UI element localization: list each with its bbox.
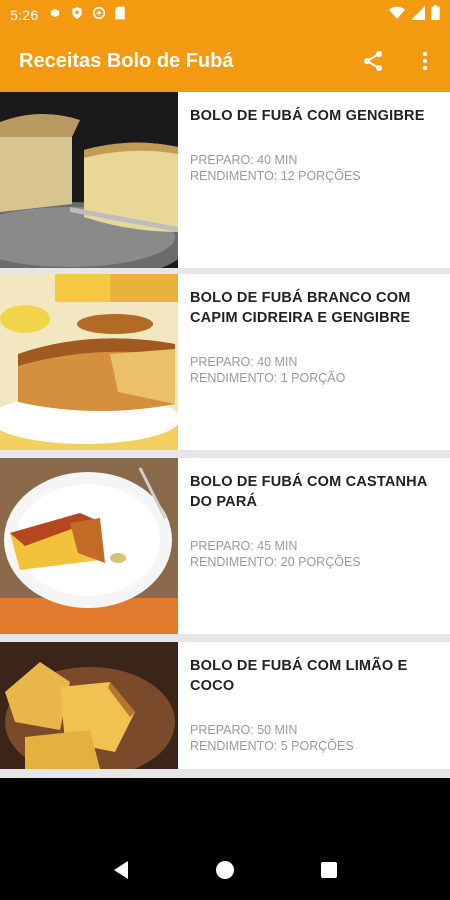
recipe-prep-time: PREPARO: 40 MIN bbox=[190, 355, 298, 369]
recipe-list[interactable]: BOLO DE FUBÁ COM GENGIBRE PREPARO: 40 MI… bbox=[0, 92, 450, 778]
recipe-card[interactable]: BOLO DE FUBÁ BRANCO COM CAPIM CIDREIRA E… bbox=[0, 274, 450, 450]
recipe-text: BOLO DE FUBÁ BRANCO COM CAPIM CIDREIRA E… bbox=[178, 274, 450, 450]
recipe-image bbox=[0, 274, 178, 450]
recipe-prep-time: PREPARO: 40 MIN bbox=[190, 153, 298, 167]
home-button[interactable] bbox=[215, 860, 235, 885]
recents-icon bbox=[320, 861, 337, 878]
recipe-image bbox=[0, 92, 178, 268]
recipe-meta: PREPARO: 45 MIN RENDIMENTO: 20 PORÇÕES bbox=[190, 538, 438, 570]
recipe-title: BOLO DE FUBÁ COM GENGIBRE bbox=[190, 108, 425, 124]
gear-icon bbox=[48, 6, 62, 25]
data-saver-icon bbox=[92, 6, 106, 25]
signal-icon bbox=[411, 5, 425, 25]
recipe-card[interactable]: BOLO DE FUBÁ COM LIMÃO E COCO PREPARO: 5… bbox=[0, 642, 450, 769]
recipe-prep-time: PREPARO: 50 MIN bbox=[190, 723, 298, 737]
recipe-meta: PREPARO: 40 MIN RENDIMENTO: 12 PORÇÕES bbox=[190, 152, 438, 184]
recipe-meta: PREPARO: 40 MIN RENDIMENTO: 1 PORÇÃO bbox=[190, 354, 438, 386]
recipe-card[interactable]: BOLO DE FUBÁ COM CASTANHA DO PARÁ PREPAR… bbox=[0, 458, 450, 634]
recipe-yield: RENDIMENTO: 12 PORÇÕES bbox=[190, 169, 361, 183]
recipe-title: BOLO DE FUBÁ COM LIMÃO E COCO bbox=[190, 658, 408, 694]
wifi-icon bbox=[389, 6, 405, 25]
recipe-yield: RENDIMENTO: 5 PORÇÕES bbox=[190, 739, 354, 753]
recipe-title: BOLO DE FUBÁ BRANCO COM CAPIM CIDREIRA E… bbox=[190, 290, 411, 326]
app-title: Receitas Bolo de Fubá bbox=[19, 49, 234, 72]
recipe-text: BOLO DE FUBÁ COM LIMÃO E COCO PREPARO: 5… bbox=[178, 642, 450, 769]
status-time: 5:26 bbox=[10, 7, 39, 23]
status-icons-left bbox=[48, 6, 126, 25]
share-icon bbox=[364, 51, 382, 71]
recipe-text: BOLO DE FUBÁ COM GENGIBRE PREPARO: 40 MI… bbox=[178, 92, 450, 268]
back-button[interactable] bbox=[112, 860, 130, 885]
back-icon bbox=[114, 860, 129, 879]
recipe-card[interactable]: BOLO DE FUBÁ COM GENGIBRE PREPARO: 40 MI… bbox=[0, 92, 450, 268]
nav-buttons bbox=[0, 860, 450, 884]
app-actions bbox=[360, 48, 438, 74]
app-bar: Receitas Bolo de Fubá bbox=[0, 30, 450, 92]
recipe-image bbox=[0, 642, 178, 769]
status-icons-right bbox=[389, 5, 440, 25]
recipe-prep-time: PREPARO: 45 MIN bbox=[190, 539, 298, 553]
recipe-yield: RENDIMENTO: 20 PORÇÕES bbox=[190, 555, 361, 569]
status-bar: 5:26 bbox=[0, 0, 450, 30]
recipe-title: BOLO DE FUBÁ COM CASTANHA DO PARÁ bbox=[190, 474, 427, 510]
recents-button[interactable] bbox=[320, 861, 338, 884]
recipe-text: BOLO DE FUBÁ COM CASTANHA DO PARÁ PREPAR… bbox=[178, 458, 450, 634]
recipe-yield: RENDIMENTO: 1 PORÇÃO bbox=[190, 371, 346, 385]
recipe-meta: PREPARO: 50 MIN RENDIMENTO: 5 PORÇÕES bbox=[190, 722, 438, 754]
more-vert-icon bbox=[422, 51, 428, 71]
more-options-button[interactable] bbox=[412, 48, 438, 74]
navigation-bar bbox=[0, 778, 450, 900]
battery-icon bbox=[431, 5, 440, 25]
shield-icon bbox=[70, 6, 84, 25]
recipe-image bbox=[0, 458, 178, 634]
home-icon bbox=[215, 860, 234, 879]
sd-card-icon bbox=[114, 6, 126, 25]
share-button[interactable] bbox=[360, 48, 386, 74]
